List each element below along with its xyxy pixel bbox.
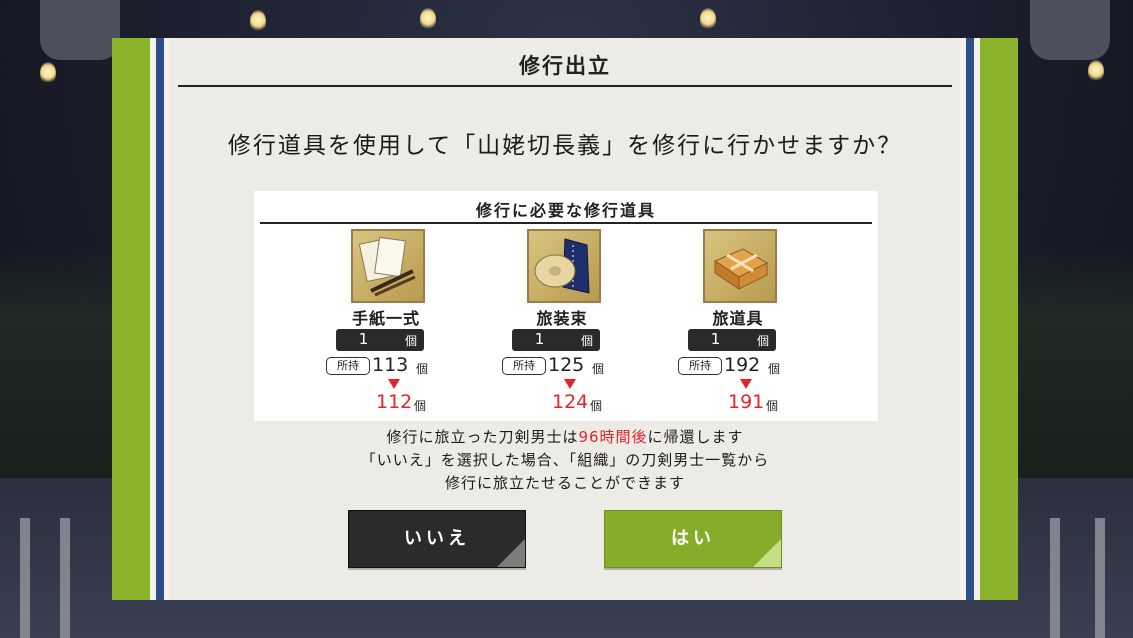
dialog-title: 修行出立: [519, 54, 611, 78]
gazebo-pillar: [1030, 0, 1110, 60]
down-arrow-icon: [388, 379, 400, 389]
button-corner: [753, 539, 781, 567]
lantern-light: [420, 8, 436, 30]
lantern-light: [1088, 60, 1104, 82]
owned-count: 125: [548, 354, 585, 376]
owned-quantity: 所持 192 個: [678, 354, 798, 377]
owned-quantity: 所持 125 個: [502, 354, 622, 377]
required-unit: 個: [756, 334, 769, 348]
remaining-count: 112: [376, 391, 413, 413]
owned-count: 113: [372, 354, 409, 376]
note-text: 修行に旅立った刀剣男士は: [386, 428, 579, 446]
item-name: 旅装束: [536, 309, 588, 328]
required-items-box: 修行に必要な修行道具 手紙一式 1 個 所持 113 個 112 個 旅装束 1…: [254, 191, 878, 421]
required-count: 1: [534, 330, 545, 348]
gazebo-pillar: [40, 0, 120, 60]
cancel-note: 「いいえ」を選択した場合、「組織」の刀剣男士一覧から: [360, 451, 770, 469]
yes-button-label: はい: [671, 528, 715, 549]
owned-unit: 個: [768, 362, 781, 376]
letter-set-icon: [351, 229, 425, 303]
down-arrow-icon: [564, 379, 576, 389]
owned-badge: 所持: [502, 357, 546, 375]
training-departure-dialog: 修行出立 修行道具を使用して「山姥切長義」を修行に行かせますか？ 修行に必要な修…: [112, 38, 1018, 600]
owned-unit: 個: [592, 362, 605, 376]
organize-note: 修行に旅立たせることができます: [444, 474, 685, 492]
remaining-unit: 個: [414, 399, 427, 413]
required-count: 1: [710, 330, 721, 348]
required-items-title: 修行に必要な修行道具: [475, 201, 656, 220]
return-time-note: 修行に旅立った刀剣男士は96時間後に帰還します: [170, 426, 960, 447]
remaining-count: 124: [552, 391, 589, 413]
travel-outfit-icon: [527, 229, 601, 303]
required-quantity: 1 個: [336, 329, 424, 351]
item-name: 旅道具: [712, 309, 764, 328]
frame-edge: [974, 38, 980, 600]
owned-badge: 所持: [678, 357, 722, 375]
no-button-label: いいえ: [404, 528, 470, 549]
confirm-question: 修行道具を使用して「山姥切長義」を修行に行かせますか？: [227, 133, 903, 159]
title-divider: [178, 85, 952, 87]
required-unit: 個: [580, 334, 593, 348]
lantern-light: [40, 62, 56, 84]
railing-post: [20, 518, 30, 638]
travel-tools-icon: [703, 229, 777, 303]
required-quantity: 1 個: [688, 329, 776, 351]
remaining-count: 191: [728, 391, 765, 413]
button-corner: [497, 539, 525, 567]
railing-post: [60, 518, 70, 638]
remaining-unit: 個: [590, 399, 603, 413]
lantern-light: [250, 10, 266, 32]
owned-quantity: 所持 113 個: [326, 354, 446, 377]
required-quantity: 1 個: [512, 329, 600, 351]
down-arrow-icon: [740, 379, 752, 389]
owned-badge: 所持: [326, 357, 370, 375]
required-count: 1: [358, 330, 369, 348]
owned-count: 192: [724, 354, 761, 376]
yes-button[interactable]: はい: [604, 510, 782, 568]
note-text: に帰還します: [647, 428, 744, 446]
remaining-unit: 個: [766, 399, 779, 413]
railing-post: [1050, 518, 1060, 638]
return-time-highlight: 96時間後: [578, 428, 648, 446]
frame-edge: [960, 38, 966, 600]
frame-stripe: [156, 38, 164, 600]
lantern-light: [700, 8, 716, 30]
item-name: 手紙一式: [351, 309, 420, 328]
owned-unit: 個: [416, 362, 429, 376]
no-button[interactable]: いいえ: [348, 510, 526, 568]
required-items-divider: [260, 222, 872, 224]
frame-stripe: [966, 38, 974, 600]
railing-post: [1095, 518, 1105, 638]
dialog-panel: 修行出立 修行道具を使用して「山姥切長義」を修行に行かせますか？ 修行に必要な修…: [170, 38, 960, 600]
required-unit: 個: [404, 334, 417, 348]
